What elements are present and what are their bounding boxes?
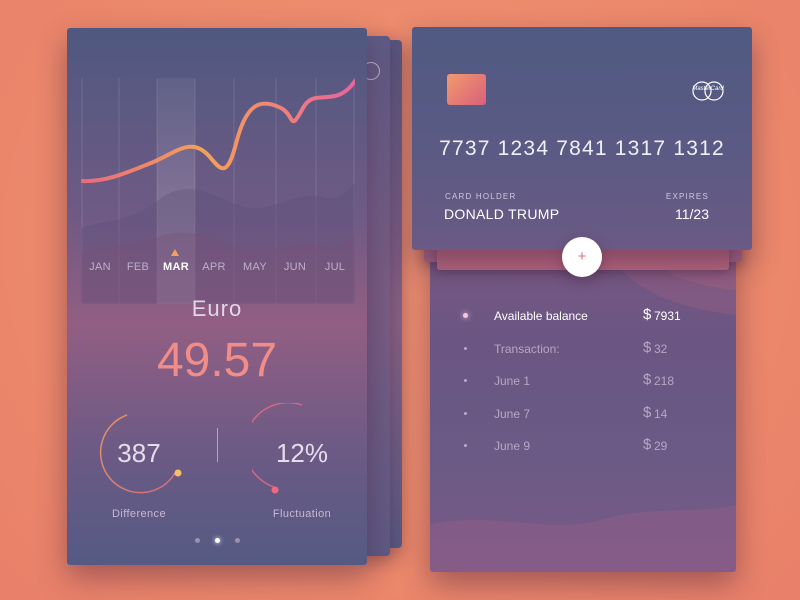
add-button[interactable]: + — [562, 237, 602, 277]
credit-card[interactable]: MasterCard 7737 1234 7841 1317 1312 CARD… — [412, 27, 752, 250]
card-holder-name: DONALD TRUMP — [444, 206, 560, 222]
transaction-row[interactable]: June 7 $14 — [430, 403, 736, 427]
transaction-amount: 32 — [654, 341, 668, 356]
page-dot-2[interactable] — [215, 538, 220, 543]
brand-label: MasterCard — [692, 86, 724, 92]
transaction-amount: 14 — [654, 406, 668, 421]
transaction-row[interactable]: June 9 $29 — [430, 435, 736, 459]
difference-value: 387 — [117, 438, 161, 468]
transactions-panel: Available balance $7931 Transaction: $32 Jun… — [430, 235, 736, 572]
month-label-jul[interactable]: JUL — [315, 261, 355, 273]
page-dot-3[interactable] — [235, 538, 240, 543]
bullet-icon — [464, 379, 467, 382]
fluctuation-label: Fluctuation — [272, 508, 332, 520]
transaction-row[interactable]: Transaction: $32 — [430, 338, 736, 362]
transaction-label: Available balance — [494, 309, 588, 323]
currency-symbol: $ — [643, 403, 652, 421]
currency-card[interactable]: JAN FEB MAR APR MAY JUN JUL Euro 49.57 387 Dif… — [67, 28, 367, 565]
month-label-mar[interactable]: MAR — [156, 261, 196, 273]
currency-symbol: $ — [643, 338, 652, 356]
currency-rate: 49.57 — [156, 334, 278, 387]
currency-symbol: $ — [643, 436, 652, 453]
currency-symbol: $ — [643, 306, 652, 323]
transaction-label: June 1 — [494, 374, 531, 388]
stats-divider — [217, 428, 218, 462]
transaction-label: June 9 — [494, 439, 531, 453]
month-label-may[interactable]: MAY — [235, 261, 275, 273]
difference-label: Difference — [112, 508, 166, 520]
bullet-icon — [463, 313, 468, 318]
expires-label: EXPIRES — [665, 192, 709, 201]
transaction-row[interactable]: Available balance $7931 — [430, 305, 736, 329]
bullet-icon — [464, 346, 467, 350]
chart-line — [81, 79, 355, 184]
bullet-icon — [464, 411, 467, 415]
transaction-amount: 218 — [654, 374, 675, 388]
transaction-amount: 7931 — [654, 309, 681, 323]
currency-symbol: $ — [643, 371, 652, 388]
transaction-label: June 7 — [494, 406, 531, 421]
card-number: 7737 1234 7841 1317 1312 — [439, 137, 725, 160]
bullet-icon — [464, 444, 467, 447]
month-label-apr[interactable]: APR — [194, 261, 234, 273]
month-label-jan[interactable]: JAN — [80, 261, 120, 273]
active-month-marker-icon — [171, 249, 179, 256]
month-label-jun[interactable]: JUN — [275, 261, 315, 273]
card-holder-label: CARD HOLDER — [445, 192, 517, 201]
transaction-row[interactable]: June 1 $218 — [430, 370, 736, 394]
month-label-feb[interactable]: FEB — [118, 261, 158, 273]
expires-value: 11/23 — [675, 206, 709, 222]
chip-icon — [447, 74, 486, 105]
currency-name: Euro — [191, 296, 243, 321]
transaction-label: Transaction: — [494, 341, 560, 356]
fluctuation-value: 12% — [275, 438, 329, 468]
transaction-amount: 29 — [654, 439, 668, 453]
page-dot-1[interactable] — [195, 538, 200, 543]
